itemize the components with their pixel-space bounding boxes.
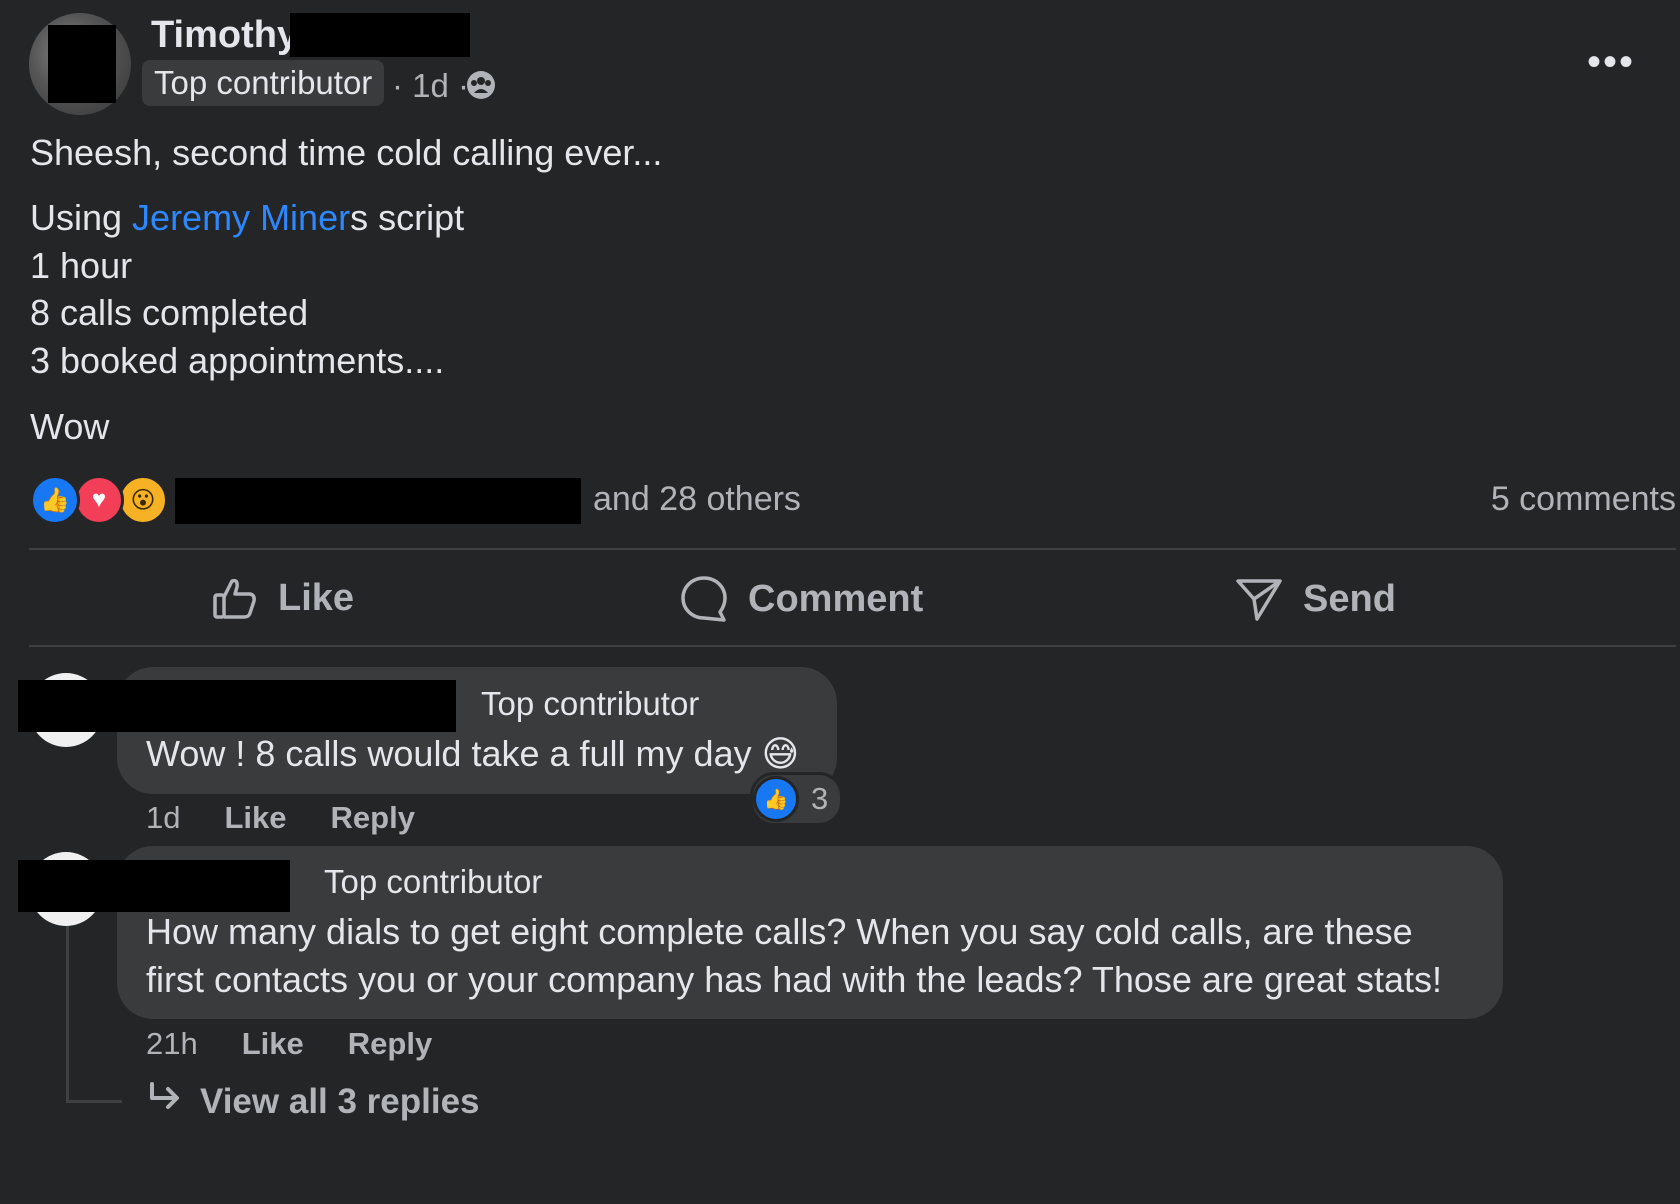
post-script-line: Using Jeremy Miners script <box>30 197 464 239</box>
comment-2-like-link[interactable]: Like <box>242 1026 304 1062</box>
more-options-icon[interactable]: ••• <box>1587 40 1635 85</box>
comment-1-like-reaction-icon: 👍 <box>753 776 799 822</box>
script-line-suffix: s script <box>350 197 465 238</box>
script-line-prefix: Using <box>30 197 133 238</box>
audience-group-icon <box>466 70 496 100</box>
comment-1-reaction-count[interactable]: 👍 3 <box>750 772 844 826</box>
comment-1-text: Wow ! 8 calls would take a full my day 😅 <box>146 733 800 774</box>
comment-2-badge[interactable]: Top contributor <box>312 859 555 905</box>
redacted-author-surname <box>290 13 470 57</box>
post-line-3: 8 calls completed <box>30 292 309 333</box>
reactions-others-count[interactable]: and 28 others <box>593 480 801 519</box>
comment-1-like-count: 3 <box>811 781 829 816</box>
comment-2-text-line-1: How many dials to get eight complete cal… <box>146 911 1413 952</box>
reply-thread-line <box>66 925 69 1103</box>
comment-2-reply-link[interactable]: Reply <box>348 1026 432 1062</box>
comment-1-like-link[interactable]: Like <box>224 800 286 836</box>
comment-2-text-line-2: first contacts you or your company has h… <box>146 959 1443 1000</box>
comment-button[interactable]: Comment <box>680 575 923 623</box>
top-contributor-badge[interactable]: Top contributor <box>142 60 385 106</box>
post-line-5: Wow <box>30 406 110 447</box>
post-line-2: 1 hour <box>30 245 133 286</box>
comment-1-meta: 1d Like Reply <box>146 800 415 836</box>
view-replies-label: View all 3 replies <box>200 1081 480 1121</box>
comment-bubble-icon <box>680 575 728 623</box>
send-icon <box>1235 575 1283 623</box>
send-button-label: Send <box>1303 577 1396 620</box>
view-replies-link[interactable]: View all 3 replies <box>148 1080 480 1123</box>
divider-bottom <box>29 645 1676 647</box>
post-line-4: 3 booked appointments.... <box>30 340 445 381</box>
wow-reaction-icon[interactable]: 😮 <box>118 475 168 525</box>
thumbs-up-icon <box>212 575 258 621</box>
redacted-commenter-1-name <box>18 680 456 732</box>
author-name[interactable]: Timothy <box>151 14 298 57</box>
comment-1-reply-link[interactable]: Reply <box>331 800 415 836</box>
reply-thread-connector <box>66 1100 122 1103</box>
comment-button-label: Comment <box>748 577 924 620</box>
redacted-avatar <box>48 25 116 103</box>
love-reaction-icon[interactable]: ♥ <box>74 475 124 525</box>
comment-1-time[interactable]: 1d <box>146 800 180 836</box>
mention-link[interactable]: Jeremy Miner <box>132 197 350 238</box>
comments-count[interactable]: 5 comments <box>1491 480 1676 519</box>
redacted-commenter-2-name <box>18 860 290 912</box>
comment-2-meta: 21h Like Reply <box>146 1026 432 1062</box>
send-button[interactable]: Send <box>1235 575 1396 623</box>
like-button-label: Like <box>278 576 355 619</box>
reply-arrow-icon <box>148 1080 182 1123</box>
post-line-1: Sheesh, second time cold calling ever... <box>30 132 663 173</box>
redacted-reactor-names <box>175 478 581 524</box>
comment-2-time[interactable]: 21h <box>146 1026 198 1062</box>
like-button[interactable]: Like <box>212 575 354 621</box>
post-timestamp[interactable]: · 1d · <box>392 67 469 105</box>
like-reaction-icon[interactable]: 👍 <box>30 475 80 525</box>
divider-top <box>29 548 1676 550</box>
comment-1-badge[interactable]: Top contributor <box>469 681 712 727</box>
